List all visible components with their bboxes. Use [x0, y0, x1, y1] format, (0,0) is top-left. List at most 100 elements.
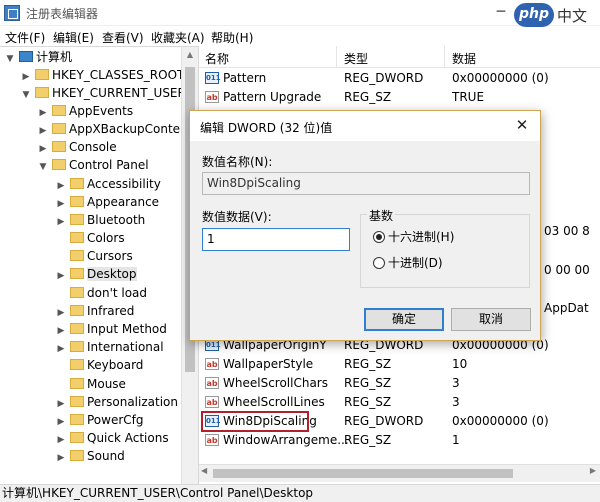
list-item[interactable]: 011 Pattern REG_DWORD 0x00000000 (0) [199, 69, 600, 88]
tree-item[interactable]: ▶ AppEvents [37, 102, 134, 120]
column-header-data[interactable]: 数据 [452, 50, 476, 67]
list-item[interactable]: ab WheelScrollChars REG_SZ 3 [199, 374, 600, 393]
list-item[interactable]: ab WindowArrangeme... REG_SZ 1 [199, 431, 600, 450]
menu-favorites[interactable]: 收藏夹(A) [151, 29, 205, 46]
list-item[interactable]: ab Pattern Upgrade REG_SZ TRUE [199, 88, 600, 107]
chevron-down-icon[interactable]: ▼ [37, 158, 49, 176]
tree-item[interactable]: ▶ Input Method [55, 320, 167, 338]
radio-decimal[interactable]: 十进制(D) [373, 255, 443, 271]
tree-item[interactable]: Keyboard [55, 356, 143, 374]
folder-icon [70, 341, 84, 352]
folder-icon [52, 105, 66, 116]
string-value-icon: ab [205, 91, 219, 103]
chevron-down-icon[interactable]: ▼ [20, 86, 32, 104]
tree-item-computer[interactable]: ▼ 计算机 [4, 48, 72, 66]
regedit-app-icon [4, 5, 20, 21]
value-name-field: Win8DpiScaling [202, 172, 530, 195]
scroll-left-icon[interactable]: ◀ [201, 466, 207, 475]
tree-item[interactable]: don't load [55, 284, 147, 302]
string-value-icon: ab [205, 377, 219, 389]
tree-item[interactable]: Mouse [55, 375, 126, 393]
ok-button[interactable]: 确定 [364, 308, 444, 331]
chevron-down-icon[interactable]: ▼ [4, 50, 16, 68]
tree-item[interactable]: ▶ AppXBackupConter [37, 120, 185, 138]
value-data-label: 数值数据(V): [202, 210, 272, 224]
status-bar: 计算机\HKEY_CURRENT_USER\Control Panel\Desk… [0, 484, 600, 502]
radio-hexadecimal[interactable]: 十六进制(H) [373, 229, 454, 245]
folder-icon [70, 378, 84, 389]
scroll-up-icon[interactable]: ▲ [182, 47, 198, 63]
list-scrollbar-thumb[interactable] [213, 469, 513, 478]
folder-open-icon [35, 87, 49, 98]
column-header-name[interactable]: 名称 [205, 50, 229, 67]
list-item[interactable]: ab WallpaperStyle REG_SZ 10 [199, 355, 600, 374]
partial-data-text: 03 00 8 [544, 224, 590, 238]
folder-icon [70, 268, 84, 279]
radio-unchecked-icon[interactable] [373, 257, 385, 269]
tree-item[interactable]: ▶ Infrared [55, 302, 135, 320]
php-logo-badge: php [514, 3, 554, 27]
computer-icon [19, 51, 33, 62]
list-horizontal-scrollbar[interactable]: ◀ ▶ [199, 464, 600, 482]
chevron-right-icon[interactable]: ▶ [55, 449, 67, 467]
tree-item[interactable]: ▶ Console [37, 138, 117, 156]
dword-value-icon: 011 [205, 72, 221, 84]
edit-dword-dialog: 编辑 DWORD (32 位)值 ✕ 数值名称(N): Win8DpiScali… [189, 110, 541, 341]
folder-icon [35, 69, 49, 80]
tree-item[interactable]: ▶ HKEY_CLASSES_ROOT [20, 66, 185, 84]
watermark-logo: php 中文网 [514, 2, 598, 46]
folder-icon [70, 214, 84, 225]
menu-help[interactable]: 帮助(H) [211, 29, 253, 46]
folder-icon [52, 123, 66, 134]
folder-open-icon [52, 159, 66, 170]
registry-tree[interactable]: ▼ 计算机 ▶ HKEY_CLASSES_ROOT ▼ HKEY_CURRENT_US… [0, 46, 199, 484]
value-data-input[interactable]: 1 [202, 228, 350, 251]
menu-view[interactable]: 查看(V) [102, 29, 144, 46]
tree-item[interactable]: Cursors [55, 247, 133, 265]
highlight-annotation-box [201, 411, 309, 432]
close-icon[interactable]: ✕ [512, 115, 532, 135]
tree-item-desktop-selected[interactable]: ▶ Desktop [55, 265, 137, 283]
dialog-body: 数值名称(N): Win8DpiScaling 数值数据(V): 1 基数 十六… [190, 141, 540, 340]
dialog-title-bar[interactable]: 编辑 DWORD (32 位)值 ✕ [190, 111, 540, 141]
status-path: 计算机\HKEY_CURRENT_USER\Control Panel\Desk… [2, 486, 314, 500]
radio-checked-icon[interactable] [373, 231, 385, 243]
folder-icon [70, 178, 84, 189]
tree-item[interactable]: ▶ PowerCfg [55, 411, 144, 429]
tree-item[interactable]: ▶ Sound [55, 447, 125, 465]
menu-file[interactable]: 文件(F) [5, 29, 45, 46]
string-value-icon: ab [205, 434, 219, 446]
menu-edit[interactable]: 编辑(E) [53, 29, 94, 46]
dialog-title: 编辑 DWORD (32 位)值 [200, 121, 333, 135]
tree-item[interactable]: Colors [55, 229, 125, 247]
partial-data-text: AppDat [544, 301, 589, 315]
tree-item[interactable]: ▶ International [55, 338, 164, 356]
tree-item[interactable]: ▼ HKEY_CURRENT_USER [20, 84, 186, 102]
folder-icon [70, 287, 84, 298]
tree-item[interactable]: ▶ Quick Actions [55, 429, 169, 447]
scroll-right-icon[interactable]: ▶ [590, 466, 596, 475]
tree-item[interactable]: ▶ Personalization [55, 393, 178, 411]
chevron-right-icon[interactable]: ▶ [55, 267, 67, 285]
folder-icon [70, 305, 84, 316]
column-header-type[interactable]: 类型 [344, 50, 368, 67]
cancel-button[interactable]: 取消 [451, 308, 531, 331]
base-group: 基数 十六进制(H) 十进制(D) [360, 207, 530, 288]
folder-icon [70, 323, 84, 334]
list-item[interactable]: ab WheelScrollLines REG_SZ 3 [199, 393, 600, 412]
folder-icon [70, 359, 84, 370]
folder-icon [70, 196, 84, 207]
minimize-button[interactable]: ─ [490, 2, 512, 22]
folder-icon [52, 141, 66, 152]
tree-item[interactable]: ▶ Bluetooth [55, 211, 146, 229]
string-value-icon: ab [205, 358, 219, 370]
tree-item[interactable]: ▶ Accessibility [55, 175, 161, 193]
base-group-label: 基数 [367, 207, 396, 224]
folder-icon [70, 250, 84, 261]
tree-item[interactable]: ▼ Control Panel [37, 156, 149, 174]
folder-icon [70, 450, 84, 461]
value-name-label: 数值名称(N): [202, 155, 273, 169]
tree-item[interactable]: ▶ Appearance [55, 193, 160, 211]
folder-icon [70, 414, 84, 425]
list-header: 名称 类型 数据 [199, 46, 600, 68]
